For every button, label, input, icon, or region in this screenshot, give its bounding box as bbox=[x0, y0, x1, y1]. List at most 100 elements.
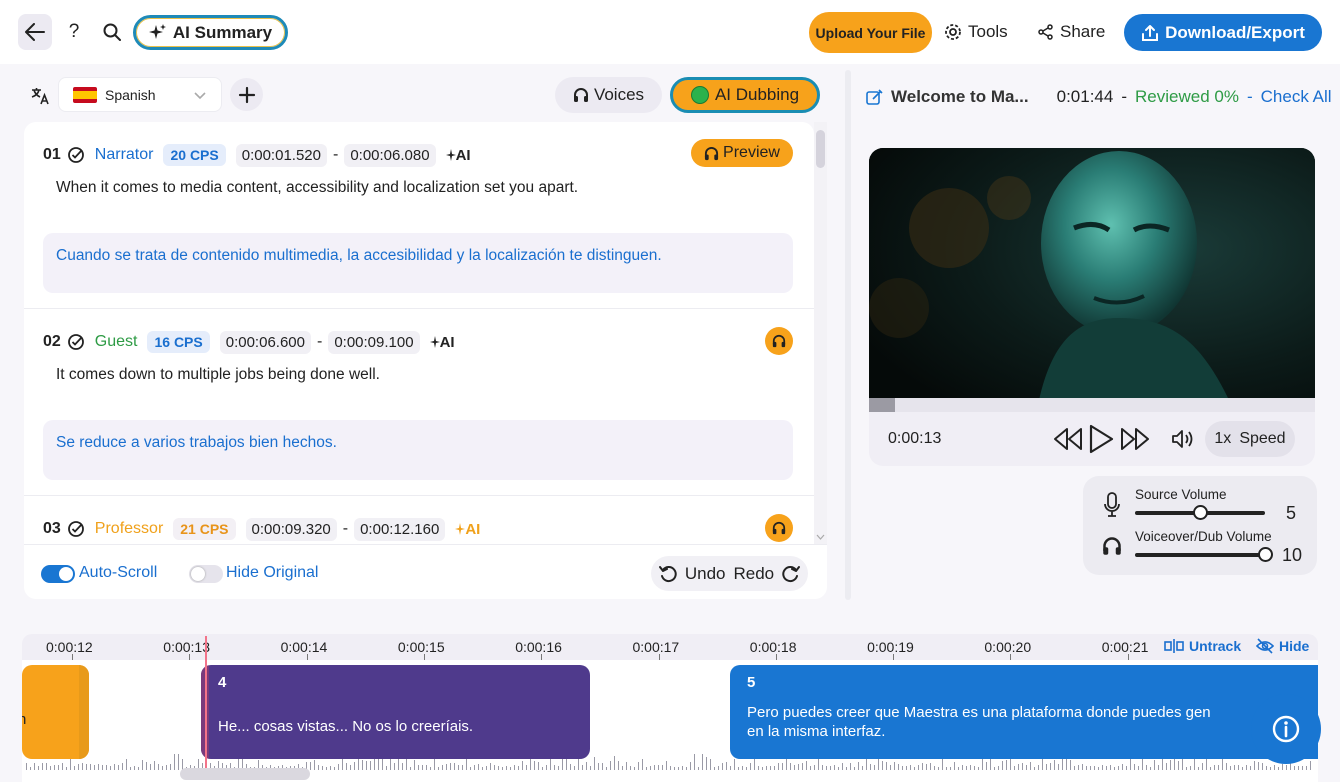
hide-original-toggle[interactable] bbox=[189, 565, 223, 583]
timeline-block[interactable]: 5 Pero puedes creer que Maestra es una p… bbox=[730, 665, 1318, 759]
panel-divider[interactable] bbox=[845, 70, 851, 600]
speaker-name[interactable]: Guest bbox=[95, 333, 138, 351]
search-button[interactable] bbox=[98, 18, 126, 46]
ai-dubbing-button[interactable]: AI Dubbing bbox=[670, 77, 820, 113]
playhead[interactable] bbox=[205, 636, 207, 770]
waveform-bar bbox=[1306, 766, 1307, 770]
auto-scroll-label[interactable]: Auto-Scroll bbox=[79, 564, 157, 582]
scrollbar-thumb[interactable] bbox=[816, 130, 825, 168]
timeline-block[interactable]: 4 He... cosas vistas... No os lo creería… bbox=[201, 665, 590, 759]
hide-original-label[interactable]: Hide Original bbox=[226, 564, 318, 582]
video-preview[interactable] bbox=[869, 148, 1315, 400]
dub-volume-track[interactable] bbox=[1135, 553, 1265, 557]
ai-tag[interactable]: AI bbox=[429, 334, 455, 351]
waveform-bar bbox=[498, 766, 499, 770]
undo-redo-group: Undo Redo bbox=[651, 556, 808, 591]
waveform-bar bbox=[998, 766, 999, 770]
voices-button[interactable]: Voices bbox=[555, 77, 662, 113]
waveform-bar bbox=[130, 767, 131, 770]
tools-button[interactable]: Tools bbox=[944, 18, 1008, 46]
end-time[interactable]: 0:00:06.080 bbox=[344, 143, 436, 167]
speaker-name[interactable]: Narrator bbox=[95, 146, 154, 164]
subtitle-scrollbar[interactable] bbox=[814, 122, 827, 544]
sparkle-icon bbox=[429, 336, 440, 348]
translation-text[interactable]: Se reduce a varios trabajos bien hechos. bbox=[43, 420, 793, 480]
share-button[interactable]: Share bbox=[1038, 18, 1105, 46]
start-time[interactable]: 0:00:09.320 bbox=[245, 517, 337, 541]
segment-row[interactable]: 03 Professor 21 CPS 0:00:09.320 - 0:00:1… bbox=[24, 496, 814, 544]
untrack-button[interactable]: Untrack bbox=[1164, 638, 1241, 654]
preview-audio-button[interactable] bbox=[765, 514, 793, 542]
video-title[interactable]: Welcome to Ma... bbox=[891, 87, 1029, 107]
share-label: Share bbox=[1060, 22, 1106, 41]
tick-label: 0:00:20 bbox=[984, 639, 1032, 655]
check-circle-icon[interactable] bbox=[67, 333, 85, 351]
hide-timeline-button[interactable]: Hide bbox=[1256, 638, 1309, 654]
ai-summary-button[interactable]: AI Summary bbox=[133, 15, 288, 50]
waveform-bar bbox=[674, 767, 675, 770]
undo-button[interactable]: Undo bbox=[685, 564, 726, 584]
check-circle-icon[interactable] bbox=[67, 520, 85, 538]
tick-label: 0:00:19 bbox=[867, 639, 914, 655]
upload-file-button[interactable]: Upload Your File bbox=[809, 12, 932, 53]
speed-button[interactable]: 1x Speed bbox=[1205, 421, 1295, 457]
timeline-ruler[interactable]: Untrack Hide 0:00:12 0:00:13 0:00:14 0:00:1… bbox=[22, 634, 1318, 660]
undo-icon[interactable] bbox=[658, 565, 677, 583]
waveform-bar bbox=[434, 759, 435, 770]
waveform-bar bbox=[310, 762, 311, 770]
video-progress-bar[interactable] bbox=[869, 398, 1315, 412]
back-button[interactable] bbox=[18, 14, 52, 50]
source-volume-knob[interactable] bbox=[1193, 505, 1208, 520]
waveform-bar bbox=[334, 767, 335, 770]
help-button[interactable]: ? bbox=[60, 18, 88, 46]
dub-volume-knob[interactable] bbox=[1258, 547, 1273, 562]
waveform-bar bbox=[386, 766, 387, 770]
ai-tag[interactable]: AI bbox=[455, 521, 480, 538]
waveform-bar bbox=[602, 763, 603, 770]
tick-label: 0:00:18 bbox=[749, 639, 797, 655]
ai-tag[interactable]: AI bbox=[445, 146, 471, 164]
check-circle-icon[interactable] bbox=[67, 146, 85, 164]
scroll-down-icon[interactable] bbox=[816, 534, 825, 541]
waveform-bar bbox=[834, 765, 835, 770]
block-handle[interactable] bbox=[79, 665, 89, 759]
download-export-button[interactable]: Download/Export bbox=[1124, 14, 1322, 51]
translation-text[interactable]: Cuando se trata de contenido multimedia,… bbox=[43, 233, 793, 293]
start-time[interactable]: 0:00:06.600 bbox=[219, 330, 311, 354]
preview-audio-button[interactable] bbox=[765, 327, 793, 355]
timeline-track[interactable]: n 4 He... cosas vistas... No os lo creer… bbox=[22, 660, 1318, 782]
original-text[interactable]: When it comes to media content, accessib… bbox=[56, 179, 578, 197]
ai-tag-label: AI bbox=[455, 146, 471, 164]
edit-icon[interactable] bbox=[866, 88, 883, 106]
waveform-bar bbox=[1074, 766, 1075, 770]
ai-summary-label: AI Summary bbox=[172, 22, 273, 42]
timeline-block[interactable]: n bbox=[22, 665, 89, 759]
language-select[interactable]: Spanish bbox=[58, 77, 222, 112]
play-icon[interactable] bbox=[1087, 424, 1115, 454]
start-time[interactable]: 0:00:01.520 bbox=[235, 143, 327, 167]
headphones-icon bbox=[772, 521, 786, 535]
volume-icon[interactable] bbox=[1171, 429, 1195, 449]
preview-button[interactable]: Preview bbox=[691, 139, 793, 167]
rewind-icon[interactable] bbox=[1053, 427, 1083, 451]
fast-forward-icon[interactable] bbox=[1120, 427, 1150, 451]
end-time[interactable]: 0:00:12.160 bbox=[354, 517, 446, 541]
waveform-bar bbox=[550, 758, 551, 770]
video-duration: 0:01:44 bbox=[1056, 87, 1114, 106]
timeline-scrollbar[interactable] bbox=[180, 768, 310, 780]
waveform-bar bbox=[642, 759, 643, 770]
add-language-button[interactable] bbox=[230, 78, 263, 111]
original-text[interactable]: It comes down to multiple jobs being don… bbox=[56, 366, 380, 384]
segment-row[interactable]: 02 Guest 16 CPS 0:00:06.600 - 0:00:09.10… bbox=[24, 309, 814, 496]
info-button[interactable] bbox=[1251, 694, 1321, 764]
end-time[interactable]: 0:00:09.100 bbox=[328, 330, 420, 354]
waveform-bar bbox=[606, 767, 607, 770]
waveform-bar bbox=[994, 767, 995, 770]
waveform-bar bbox=[398, 758, 399, 770]
check-all-link[interactable]: Check All bbox=[1261, 87, 1332, 107]
speaker-name[interactable]: Professor bbox=[95, 520, 163, 538]
redo-icon[interactable] bbox=[782, 565, 801, 583]
auto-scroll-toggle[interactable] bbox=[41, 565, 75, 583]
redo-button[interactable]: Redo bbox=[734, 564, 775, 584]
segment-row[interactable]: 01 Narrator 20 CPS 0:00:01.520 - 0:00:06… bbox=[24, 122, 814, 309]
